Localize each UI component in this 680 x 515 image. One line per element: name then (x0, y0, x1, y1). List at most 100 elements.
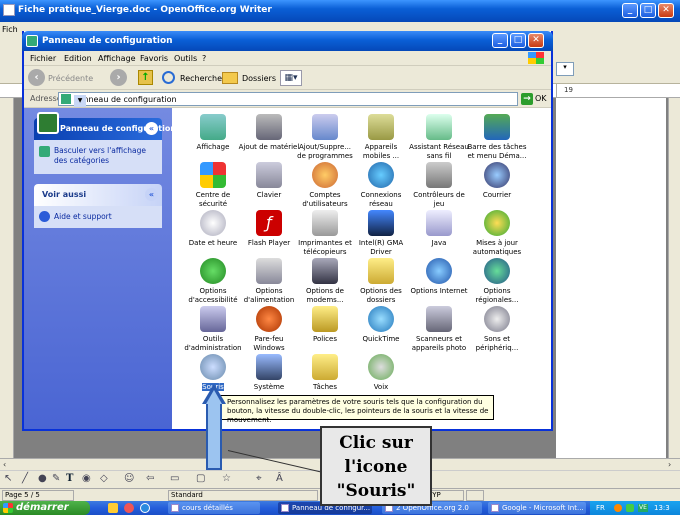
arrow-shape-icon[interactable]: ⇦ (146, 473, 154, 484)
taskbar-item-cours[interactable]: cours détaillés (168, 502, 260, 514)
menu-affichage[interactable]: Affichage (98, 54, 136, 63)
ellipse-icon[interactable]: ● (38, 473, 47, 484)
item-imprimantes[interactable]: Imprimantes et télécopieurs (294, 210, 356, 257)
maximize-icon[interactable]: □ (510, 33, 526, 48)
go-button[interactable]: OK (535, 94, 547, 103)
item-systeme[interactable]: Système (238, 354, 300, 392)
panel-header-see-also[interactable]: Voir aussi « (34, 184, 162, 206)
item-appareils-mobiles[interactable]: Appareils mobiles ... (350, 114, 412, 161)
collapse-icon[interactable]: « (145, 122, 158, 135)
minimize-icon[interactable]: _ (492, 33, 508, 48)
writer-menu-fichier[interactable]: Fich (2, 25, 18, 34)
address-input[interactable]: Panneau de configuration ▼ (58, 92, 518, 107)
start-button[interactable]: démarrer (0, 501, 90, 515)
item-date-heure[interactable]: Date et heure (182, 210, 244, 248)
bubble-icon[interactable]: ▢ (196, 473, 205, 484)
select-icon[interactable]: ↖ (4, 473, 12, 484)
item-mises-a-jour[interactable]: Mises à jour automatiques (466, 210, 528, 257)
chevron-down-icon[interactable]: ▼ (74, 95, 86, 107)
quicklaunch-ie-icon[interactable] (140, 503, 150, 513)
item-barre-taches[interactable]: Barre des tâches et menu Déma... (466, 114, 528, 161)
item-clavier[interactable]: Clavier (238, 162, 300, 200)
item-java[interactable]: Java (408, 210, 470, 248)
forward-arrow-icon[interactable]: › (110, 69, 127, 86)
item-assistant-reseau[interactable]: Assistant Réseau sans fil (408, 114, 470, 161)
language-indicator[interactable]: FR (596, 501, 605, 515)
close-icon[interactable]: ✕ (528, 33, 544, 48)
text-icon[interactable]: T (66, 473, 73, 484)
item-connexions[interactable]: Connexions réseau (350, 162, 412, 209)
minimize-icon[interactable]: _ (622, 3, 638, 18)
item-comptes[interactable]: Comptes d'utilisateurs (294, 162, 356, 209)
item-options-internet[interactable]: Options Internet (408, 258, 470, 296)
scroll-left-icon[interactable]: ‹ (3, 460, 6, 469)
quicklaunch-media-icon[interactable] (124, 503, 134, 513)
item-label: Voix (373, 383, 389, 391)
close-icon[interactable]: ✕ (658, 3, 674, 18)
menu-outils[interactable]: Outils (174, 54, 197, 63)
smiley-icon[interactable]: ☺ (124, 473, 134, 484)
item-options-dossiers[interactable]: Options des dossiers (350, 258, 412, 305)
item-scanneurs[interactable]: Scanneurs et appareils photo (408, 306, 470, 353)
help-support-link[interactable]: Aide et support (54, 212, 112, 222)
item-taches[interactable]: Tâches (294, 354, 356, 392)
points-icon[interactable]: ⌖ (256, 473, 262, 484)
item-intel-gma[interactable]: Intel(R) GMA Driver (350, 210, 412, 257)
maximize-icon[interactable]: □ (640, 3, 656, 18)
item-affichage[interactable]: Affichage (182, 114, 244, 152)
item-ajout-materiel[interactable]: Ajout de matériel (238, 114, 300, 152)
callout-line-2: l'icone (344, 457, 408, 477)
menu-fichier[interactable]: Fichier (30, 54, 56, 63)
item-pare-feu[interactable]: Pare-feu Windows (238, 306, 300, 353)
pen-icon[interactable]: ✎ (52, 473, 60, 484)
item-courrier[interactable]: Courrier (466, 162, 528, 200)
folders-icon[interactable] (222, 72, 238, 84)
flowchart-icon[interactable]: ▭ (170, 473, 179, 484)
item-ajout-suppression[interactable]: Ajout/Suppre... de programmes (294, 114, 356, 161)
fontwork-icon[interactable]: Â (276, 473, 283, 484)
star-icon[interactable]: ☆ (222, 473, 231, 484)
switch-category-link[interactable]: Basculer vers l'affichage des catégories (54, 146, 158, 166)
diamond-icon[interactable]: ◇ (100, 473, 108, 484)
callout-icon[interactable]: ◉ (82, 473, 91, 484)
item-alimentation[interactable]: Options d'alimentation (238, 258, 300, 305)
go-arrow-icon[interactable]: → (521, 93, 533, 105)
item-modems[interactable]: Options de modems... (294, 258, 356, 305)
back-button[interactable]: Précédente (48, 74, 93, 83)
tray-network-icon[interactable] (626, 504, 634, 512)
line-icon[interactable]: ╱ (22, 473, 28, 484)
folders-button[interactable]: Dossiers (242, 74, 276, 83)
item-options-regionales[interactable]: Options régionales... (466, 258, 528, 305)
tray-badge-icon[interactable]: VE (638, 504, 648, 512)
item-voix[interactable]: Voix (350, 354, 412, 392)
back-arrow-icon[interactable]: ‹ (28, 69, 45, 86)
taskbar-item-google[interactable]: Google - Microsoft Int... (488, 502, 586, 514)
item-sons[interactable]: Sons et périphériq... (466, 306, 528, 353)
vertical-scrollbar[interactable] (668, 98, 680, 458)
document-page[interactable] (556, 98, 666, 458)
search-button[interactable]: Rechercher (180, 74, 225, 83)
views-icon[interactable]: ▦▾ (280, 70, 302, 86)
up-folder-icon[interactable]: ↑ (138, 70, 153, 85)
item-centre-securite[interactable]: Centre de sécurité (182, 162, 244, 209)
item-accessibilite[interactable]: Options d'accessibilité (182, 258, 244, 305)
item-flash-player[interactable]: ƒ Flash Player (238, 210, 300, 248)
search-icon[interactable] (162, 71, 175, 84)
writer-title-bar[interactable]: Fiche pratique_Vierge.doc - OpenOffice.o… (0, 0, 680, 22)
writer-vertical-ruler (0, 98, 14, 458)
item-quicktime[interactable]: QuickTime (350, 306, 412, 344)
control-panel-items: Affichage Ajout de matériel Ajout/Suppre… (172, 108, 551, 429)
item-outils-admin[interactable]: Outils d'administration (182, 306, 244, 353)
panel-header-control-panel[interactable]: Panneau de configuration « (34, 112, 176, 140)
menu-help[interactable]: ? (202, 54, 206, 63)
scroll-right-icon[interactable]: › (668, 460, 671, 469)
writer-toolbar-dropdown[interactable]: ▾ (556, 62, 574, 76)
menu-favoris[interactable]: Favoris (140, 54, 168, 63)
collapse-icon[interactable]: « (145, 188, 158, 201)
tray-icon[interactable] (614, 504, 622, 512)
item-controleurs-jeu[interactable]: Contrôleurs de jeu (408, 162, 470, 209)
quicklaunch-icon[interactable] (108, 503, 118, 513)
item-polices[interactable]: Polices (294, 306, 356, 344)
menu-edition[interactable]: Edition (64, 54, 92, 63)
control-panel-title-bar[interactable]: Panneau de configuration _ □ ✕ (22, 31, 553, 51)
